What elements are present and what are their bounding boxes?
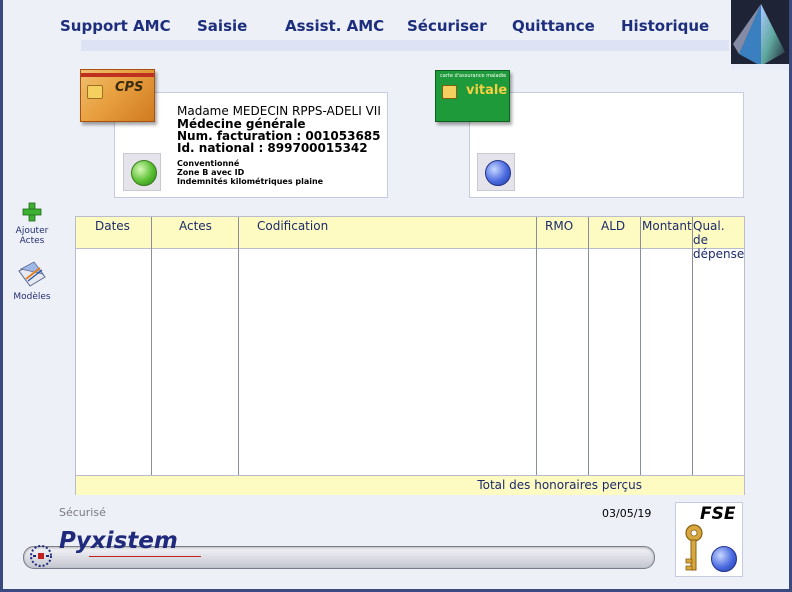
menu-securiser[interactable]: Sécuriser bbox=[407, 17, 487, 35]
ps-name: Madame MEDECIN RPPS-ADELI VII bbox=[177, 104, 381, 118]
vitale-status-button[interactable] bbox=[477, 153, 515, 191]
ps-status-ik: Indemnités kilométriques plaine bbox=[177, 177, 324, 186]
column-divider bbox=[238, 217, 239, 475]
models-button[interactable]: Modèles bbox=[12, 259, 52, 302]
add-acts-label-2: Actes bbox=[19, 236, 45, 246]
column-divider bbox=[536, 217, 537, 475]
acts-table: Dates Actes Codification RMO ALD Montant… bbox=[75, 216, 745, 495]
column-header-ald[interactable]: ALD bbox=[601, 219, 625, 250]
fse-label: FSE bbox=[700, 504, 736, 524]
ps-status-conventionne: Conventionné bbox=[177, 159, 240, 168]
column-divider bbox=[151, 217, 152, 475]
models-icon bbox=[18, 261, 46, 287]
plus-icon bbox=[22, 202, 42, 222]
menu-assist-amc[interactable]: Assist. AMC bbox=[285, 17, 384, 35]
pyxistem-emblem-icon bbox=[30, 545, 52, 567]
fse-button[interactable]: FSE bbox=[675, 502, 743, 577]
key-icon bbox=[685, 524, 703, 571]
column-header-actes[interactable]: Actes bbox=[179, 219, 212, 250]
menu-support-amc[interactable]: Support AMC bbox=[60, 17, 171, 35]
models-label: Modèles bbox=[13, 292, 51, 302]
logo-underline bbox=[89, 556, 201, 557]
fse-status-icon bbox=[711, 546, 737, 572]
cps-strip bbox=[81, 73, 154, 77]
menu-underline bbox=[81, 40, 729, 51]
menu-quittance[interactable]: Quittance bbox=[512, 17, 595, 35]
column-header-rmo[interactable]: RMO bbox=[545, 219, 573, 250]
column-divider bbox=[692, 217, 693, 475]
chip-icon bbox=[442, 85, 457, 99]
ps-status-button[interactable] bbox=[123, 153, 161, 191]
column-header-montant[interactable]: Montant bbox=[642, 219, 692, 250]
ps-status-zone: Zone B avec ID bbox=[177, 168, 245, 177]
blue-status-icon bbox=[485, 160, 511, 186]
add-acts-button[interactable]: Ajouter Actes bbox=[12, 201, 52, 246]
column-divider bbox=[640, 217, 641, 475]
table-footer: Total des honoraires perçus bbox=[76, 475, 744, 495]
column-divider bbox=[588, 217, 589, 475]
menu-saisie[interactable]: Saisie bbox=[197, 17, 247, 35]
vitale-card-label: vitale bbox=[466, 83, 508, 98]
app-window: Support AMC Saisie Assist. AMC Sécuriser… bbox=[3, 0, 789, 589]
add-acts-label-1: Ajouter bbox=[15, 226, 49, 236]
pyxistem-logo: Pyxistem bbox=[59, 528, 178, 554]
vitale-card-icon: carte d'assurance maladie vitale bbox=[435, 70, 510, 122]
cps-card-label: CPS bbox=[115, 80, 144, 95]
column-header-dates[interactable]: Dates bbox=[95, 219, 130, 250]
column-header-codification[interactable]: Codification bbox=[257, 219, 328, 250]
table-header: Dates Actes Codification RMO ALD Montant… bbox=[76, 217, 744, 261]
total-honoraires-label: Total des honoraires perçus bbox=[477, 478, 642, 492]
pyramid-logo-icon bbox=[731, 0, 789, 70]
top-menu: Support AMC Saisie Assist. AMC Sécuriser… bbox=[3, 0, 789, 52]
column-header-qual-depense[interactable]: Qual. de dépense bbox=[693, 219, 744, 261]
chip-icon bbox=[87, 85, 103, 99]
cps-card-icon: CPS bbox=[80, 69, 155, 122]
secure-status: Sécurisé bbox=[59, 506, 106, 519]
ps-national-id: Id. national : 899700015342 bbox=[177, 141, 368, 155]
menu-historique[interactable]: Historique bbox=[621, 17, 709, 35]
vitale-card-header: carte d'assurance maladie bbox=[440, 73, 507, 79]
date-display: 03/05/19 bbox=[602, 507, 652, 520]
green-status-icon bbox=[131, 160, 157, 186]
